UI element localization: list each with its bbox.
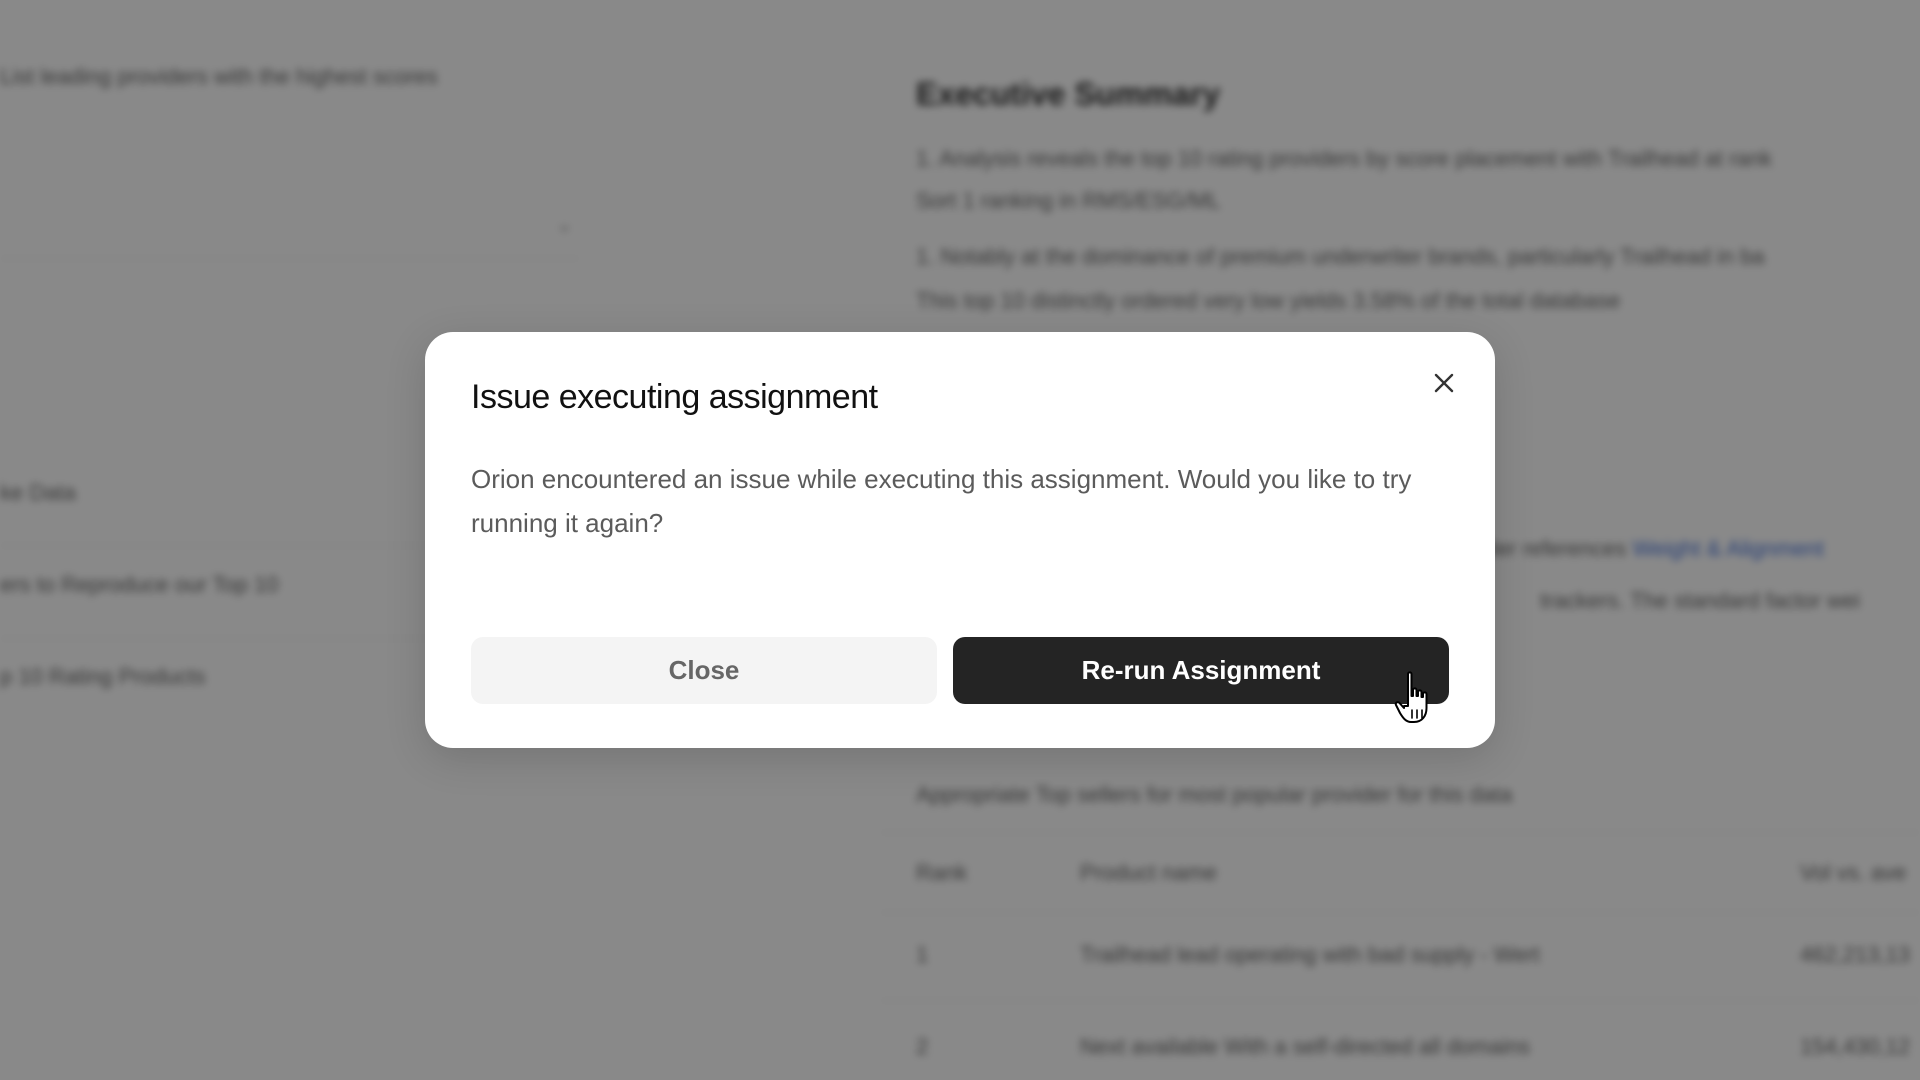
close-dialog-button[interactable] <box>1427 366 1461 400</box>
dialog-message: Orion encountered an issue while executi… <box>471 464 1412 538</box>
dialog-title: Issue executing assignment <box>471 378 878 416</box>
hand-pointer-icon <box>1394 671 1428 723</box>
close-button-label: Close <box>668 655 740 685</box>
rerun-assignment-button[interactable]: Re-run Assignment <box>953 637 1449 704</box>
dialog-actions: Close Re-run Assignment <box>471 637 1449 704</box>
close-button[interactable]: Close <box>471 637 937 704</box>
rerun-button-label: Re-run Assignment <box>1081 655 1321 685</box>
error-dialog: Issue executing assignment Orion encount… <box>425 332 1495 748</box>
close-icon <box>1434 373 1454 393</box>
